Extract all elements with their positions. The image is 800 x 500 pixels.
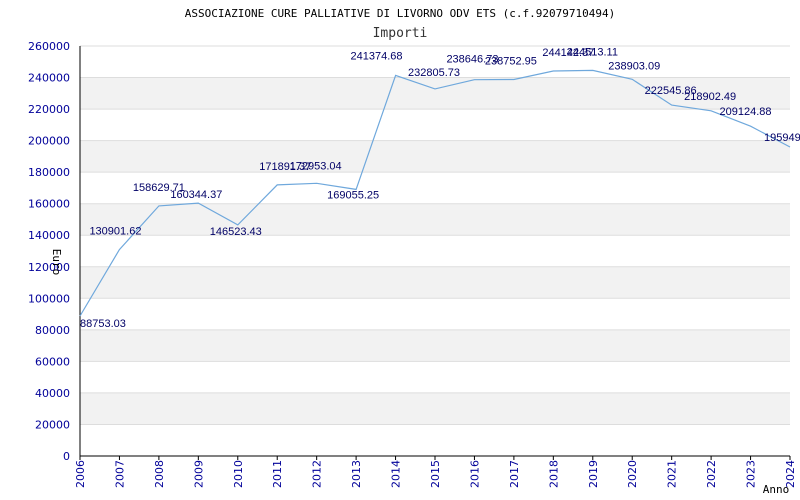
data-label: 238903.09 [608, 60, 660, 72]
line-chart: ASSOCIAZIONE CURE PALLIATIVE DI LIVORNO … [28, 7, 800, 496]
x-tick-label: 2022 [705, 460, 718, 488]
y-tick-label: 260000 [28, 40, 70, 53]
chart-subtitle: Importi [373, 26, 428, 41]
data-label: 232805.73 [408, 67, 460, 79]
y-tick-label: 140000 [28, 229, 70, 242]
data-label: 130901.62 [89, 226, 141, 238]
data-label: 146523.43 [210, 226, 262, 238]
y-tick-label: 40000 [35, 387, 70, 400]
x-tick-label: 2007 [113, 460, 126, 488]
x-axis-label: Anno [763, 483, 790, 496]
grid-band [80, 329, 790, 362]
data-label: 169055.25 [327, 189, 379, 201]
y-tick-label: 20000 [35, 418, 70, 431]
chart-title: ASSOCIAZIONE CURE PALLIATIVE DI LIVORNO … [185, 7, 615, 20]
x-tick-label: 2006 [74, 460, 87, 488]
x-tick-label: 2020 [626, 460, 639, 488]
grid-band [80, 266, 790, 299]
y-tick-label: 60000 [35, 355, 70, 368]
y-tick-label: 220000 [28, 103, 70, 116]
x-tick-label: 2021 [666, 460, 679, 488]
data-label: 244513.11 [567, 46, 618, 58]
data-label: 209124.88 [720, 106, 772, 118]
x-axis-ticks: 2006 2007 2008 2009 2010 2011 2012 2013 2014 2015… [74, 456, 797, 488]
y-tick-label: 200000 [28, 135, 70, 148]
x-tick-label: 2023 [745, 460, 758, 488]
data-label: 172953.04 [290, 160, 342, 172]
y-tick-label: 180000 [28, 166, 70, 179]
x-tick-label: 2018 [547, 460, 560, 488]
x-tick-label: 2015 [429, 460, 442, 488]
x-tick-label: 2019 [587, 460, 600, 488]
y-tick-label: 100000 [28, 292, 70, 305]
x-tick-label: 2010 [232, 460, 245, 488]
grid-band [80, 203, 790, 236]
x-tick-label: 2011 [271, 460, 284, 488]
x-tick-label: 2017 [508, 460, 521, 488]
y-axis-label: Euro [50, 249, 63, 276]
x-tick-label: 2014 [390, 460, 403, 488]
background-bands [80, 77, 790, 425]
data-label: 218902.49 [684, 91, 736, 103]
x-tick-label: 2009 [192, 460, 205, 488]
x-tick-label: 2012 [311, 460, 324, 488]
data-label: 160344.37 [170, 189, 222, 201]
y-tick-label: 0 [63, 450, 70, 463]
grid-band [80, 140, 790, 173]
y-tick-label: 240000 [28, 72, 70, 85]
y-tick-label: 80000 [35, 324, 70, 337]
grid-band [80, 392, 790, 425]
data-label: 195949 [764, 132, 800, 144]
x-tick-label: 2013 [350, 460, 363, 488]
data-label: 241374.68 [351, 50, 403, 62]
data-label: 238752.95 [485, 56, 537, 68]
x-tick-label: 2008 [153, 460, 166, 488]
data-label: 88753.03 [80, 318, 126, 330]
x-tick-label: 2016 [468, 460, 481, 488]
y-tick-label: 160000 [28, 198, 70, 211]
